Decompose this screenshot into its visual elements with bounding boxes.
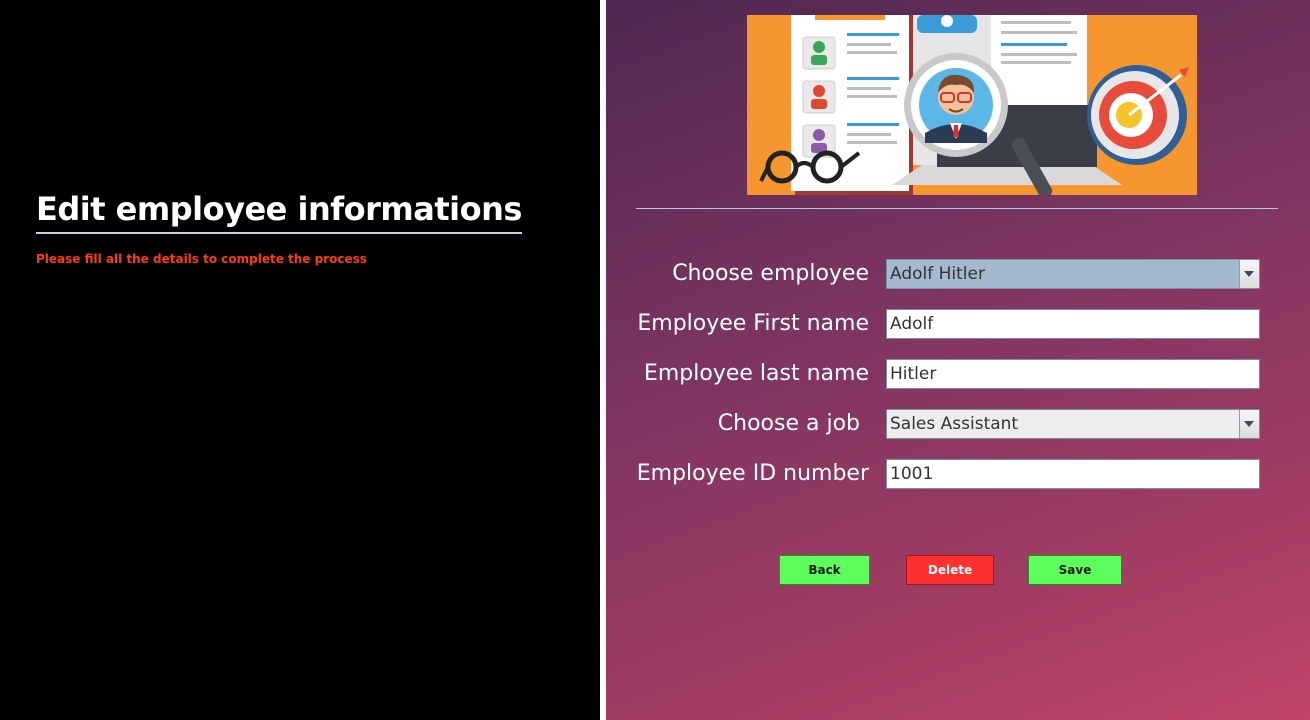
dropdown-button[interactable] xyxy=(1239,260,1259,288)
choose-employee-label: Choose employee xyxy=(672,261,869,286)
chevron-down-icon xyxy=(1244,271,1254,277)
dropdown-button[interactable] xyxy=(1239,410,1259,438)
choose-employee-select[interactable]: Adolf Hitler xyxy=(886,259,1260,289)
choose-employee-value: Adolf Hitler xyxy=(890,264,985,284)
first-name-field[interactable]: Adolf xyxy=(886,309,1260,339)
employee-id-field[interactable]: 1001 xyxy=(886,459,1260,489)
first-name-label: Employee First name xyxy=(637,311,869,336)
chevron-down-icon xyxy=(1244,421,1254,427)
page-subtitle: Please fill all the details to complete … xyxy=(36,252,367,266)
delete-button[interactable]: Delete xyxy=(906,555,994,585)
form-panel: Choose employee Adolf Hitler Employee Fi… xyxy=(606,0,1310,720)
left-panel: Edit employee informations Please fill a… xyxy=(0,0,600,720)
last-name-label: Employee last name xyxy=(643,361,869,386)
last-name-field[interactable]: Hitler xyxy=(886,359,1260,389)
save-button[interactable]: Save xyxy=(1028,555,1122,585)
choose-job-value: Sales Assistant xyxy=(890,414,1019,434)
choose-job-label: Choose a job xyxy=(717,411,860,436)
back-button[interactable]: Back xyxy=(779,555,870,585)
employee-id-label: Employee ID number xyxy=(636,461,869,486)
header-divider xyxy=(636,208,1278,209)
hr-recruitment-illustration xyxy=(747,15,1197,195)
choose-job-select[interactable]: Sales Assistant xyxy=(886,409,1260,439)
page-title: Edit employee informations xyxy=(36,186,522,234)
